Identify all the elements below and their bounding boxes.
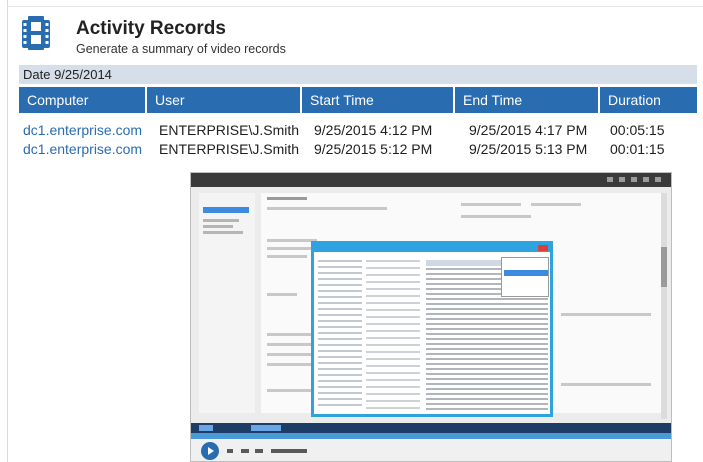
volume-slider[interactable] <box>271 449 307 453</box>
page-title: Activity Records <box>76 18 226 39</box>
end-time-cell: 9/25/2015 4:17 PM <box>469 122 588 138</box>
report-header: Activity Records Generate a summary of v… <box>22 14 692 60</box>
frame-top-border <box>7 6 703 7</box>
play-icon[interactable] <box>201 442 219 460</box>
thumbnail-taskbar <box>191 423 671 433</box>
column-header-start-time[interactable]: Start Time <box>302 87 453 113</box>
start-time-cell: 9/25/2015 5:12 PM <box>314 141 433 157</box>
computer-link[interactable]: dc1.enterprise.com <box>19 121 145 140</box>
date-group-header: Date 9/25/2014 <box>19 65 697 84</box>
thumbnail-titlebar <box>191 173 671 187</box>
column-header-duration[interactable]: Duration <box>600 87 697 113</box>
table-row: dc1.enterprise.com ENTERPRISE\J.Smith 9/… <box>19 140 697 159</box>
frame-left-border <box>7 0 8 462</box>
computer-link[interactable]: dc1.enterprise.com <box>19 140 145 159</box>
playback-controls <box>191 439 671 461</box>
column-header-computer[interactable]: Computer <box>19 87 145 113</box>
user-cell: ENTERPRISE\J.Smith <box>159 122 300 138</box>
film-icon <box>22 16 50 50</box>
user-cell: ENTERPRISE\J.Smith <box>159 141 300 157</box>
duration-cell: 00:05:15 <box>610 122 665 138</box>
thumbnail-scrollbar <box>661 193 667 419</box>
column-header-end-time[interactable]: End Time <box>455 87 598 113</box>
table-header: Computer User Start Time End Time Durati… <box>19 87 697 113</box>
thumbnail-sidebar <box>199 193 255 413</box>
table-row: dc1.enterprise.com ENTERPRISE\J.Smith 9/… <box>19 121 697 140</box>
start-time-cell: 9/25/2015 4:12 PM <box>314 122 433 138</box>
close-icon <box>538 245 548 251</box>
next-icon[interactable] <box>255 449 263 453</box>
previous-icon[interactable] <box>241 449 249 453</box>
column-header-user[interactable]: User <box>147 87 300 113</box>
page-subtitle: Generate a summary of video records <box>76 42 286 56</box>
end-time-cell: 9/25/2015 5:13 PM <box>469 141 588 157</box>
thumbnail-popup-menu <box>501 257 549 297</box>
duration-cell: 00:01:15 <box>610 141 665 157</box>
table-body: dc1.enterprise.com ENTERPRISE\J.Smith 9/… <box>19 121 697 159</box>
video-recording-thumbnail[interactable] <box>190 172 672 462</box>
stop-icon[interactable] <box>227 449 233 453</box>
